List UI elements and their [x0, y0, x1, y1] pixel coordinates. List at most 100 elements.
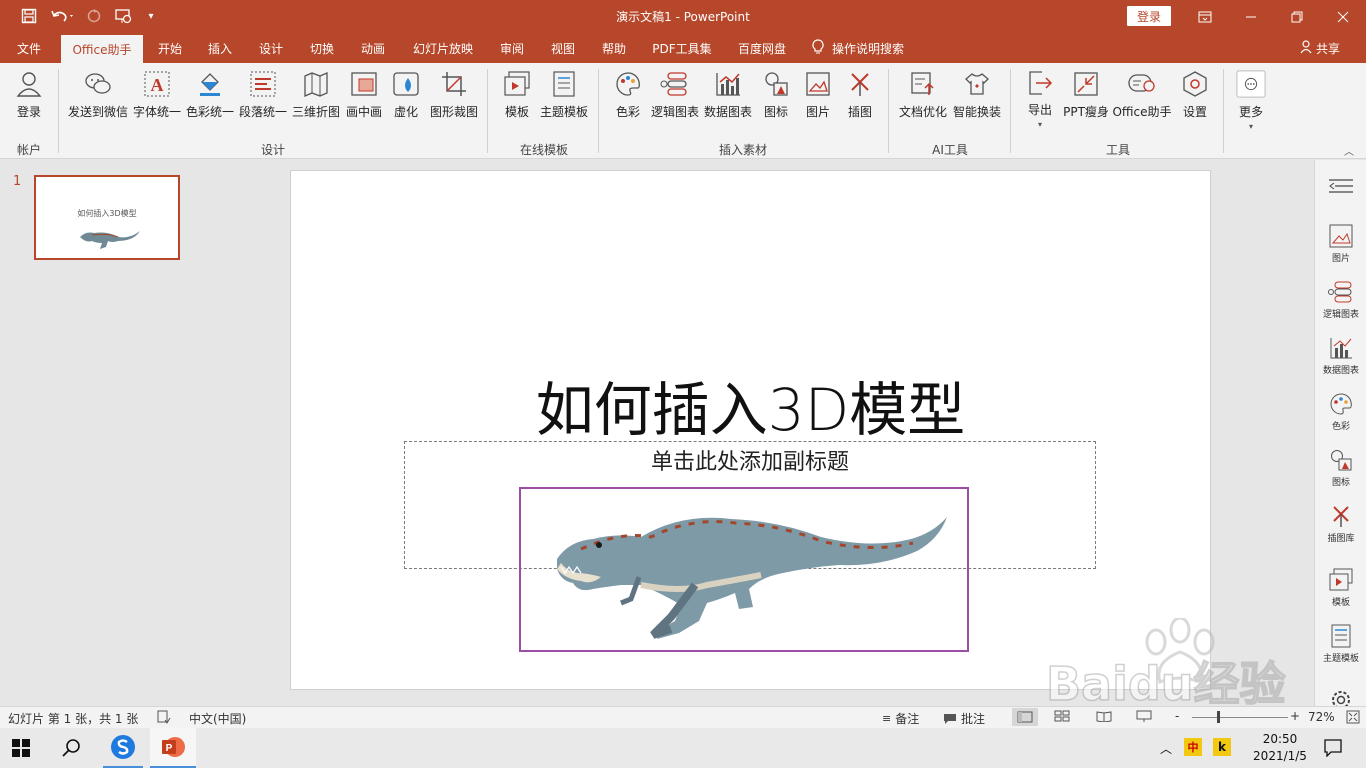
- smart-swap-button[interactable]: 智能换装: [951, 69, 1003, 129]
- tab-review[interactable]: 审阅: [490, 33, 534, 63]
- para-unify-label: 段落统一: [238, 105, 287, 119]
- taskbar-date[interactable]: 2021/1/5: [1244, 749, 1316, 763]
- more-button[interactable]: 更多 ▾: [1234, 69, 1268, 131]
- lightbulb-icon: [812, 38, 824, 58]
- tab-file[interactable]: 文件: [4, 33, 54, 63]
- export-button[interactable]: 导出 ▾: [1022, 69, 1058, 129]
- send-wechat-button[interactable]: 发送到微信: [66, 69, 130, 129]
- taskbar-time[interactable]: 20:50: [1250, 732, 1310, 746]
- font-unify-button[interactable]: A 字体统一: [132, 69, 182, 129]
- side-icon-button[interactable]: 图标: [1315, 448, 1366, 488]
- office-helper-button[interactable]: Office助手: [1112, 69, 1172, 129]
- theme-template-button[interactable]: 主题模板: [538, 69, 590, 129]
- side-template-button[interactable]: 模板: [1315, 568, 1366, 608]
- accessibility-icon[interactable]: [157, 710, 171, 727]
- 3d-model-selection[interactable]: [519, 487, 969, 652]
- illustration-label: 插图: [847, 105, 872, 119]
- slideshow-view-icon[interactable]: [1136, 710, 1152, 725]
- icon-button[interactable]: 图标: [758, 69, 794, 129]
- collapse-panel-icon[interactable]: [1329, 178, 1353, 197]
- tab-baidu-netdisk[interactable]: 百度网盘: [728, 33, 796, 63]
- tab-office-helper[interactable]: Office助手: [61, 35, 143, 63]
- shirt-icon: [962, 69, 992, 99]
- blur-button[interactable]: 虚化: [388, 69, 424, 129]
- tab-animations[interactable]: 动画: [351, 33, 395, 63]
- notes-button[interactable]: ≡ 备注: [882, 710, 919, 727]
- zoom-slider[interactable]: [1192, 711, 1288, 723]
- tab-insert[interactable]: 插入: [198, 33, 242, 63]
- picture-in-picture-icon: [349, 69, 379, 99]
- dinosaur-3d-model[interactable]: [521, 489, 967, 650]
- slide-thumbnail[interactable]: 如何插入3D模型: [34, 175, 180, 260]
- picture-button[interactable]: 图片: [800, 69, 836, 129]
- reading-view-icon[interactable]: [1096, 710, 1112, 725]
- tab-help[interactable]: 帮助: [592, 33, 636, 63]
- slide-sorter-icon[interactable]: [1054, 710, 1070, 725]
- ime-indicator[interactable]: 中: [1184, 738, 1202, 756]
- tab-transitions[interactable]: 切换: [300, 33, 344, 63]
- fit-to-window-icon[interactable]: [1346, 710, 1360, 727]
- minimize-icon[interactable]: [1228, 0, 1274, 33]
- subtitle-text[interactable]: 单击此处添加副标题: [405, 444, 1095, 476]
- language-status[interactable]: 中文(中国): [189, 710, 246, 727]
- normal-view-icon[interactable]: [1012, 708, 1038, 726]
- logic-chart-label: 逻辑图表: [650, 105, 699, 119]
- right-side-panel: 图片 逻辑图表 数据图表 色彩 图标 插图库 模板 主题模板: [1314, 160, 1366, 709]
- side-illustration-library-button[interactable]: 插图库: [1315, 504, 1366, 544]
- image-icon: [803, 69, 833, 99]
- tray-chevron-icon[interactable]: ︿: [1160, 740, 1172, 757]
- zoom-level[interactable]: 72%: [1308, 710, 1335, 724]
- side-logic-chart-button[interactable]: 逻辑图表: [1315, 280, 1366, 320]
- ribbon: 登录 帐户 发送到微信 A 字体统一 色彩统一 段落统一 三维折图 画中画 虚化…: [0, 63, 1366, 159]
- k-tray-icon[interactable]: k: [1213, 738, 1231, 756]
- template-button[interactable]: 模板: [498, 69, 536, 129]
- sogou-browser-taskbar[interactable]: [103, 728, 143, 768]
- slide-title[interactable]: 如何插入3D模型: [291, 363, 1210, 447]
- restore-icon[interactable]: [1274, 0, 1320, 33]
- color-button[interactable]: 色彩: [608, 69, 648, 129]
- tab-design[interactable]: 设计: [249, 33, 293, 63]
- tab-pdf-tools[interactable]: PDF工具集: [645, 33, 719, 63]
- doc-optimize-button[interactable]: 文档优化: [897, 69, 949, 129]
- notification-icon[interactable]: [1324, 739, 1342, 760]
- tab-slideshow[interactable]: 幻灯片放映: [405, 33, 481, 63]
- crop-shape-button[interactable]: 图形裁图: [428, 69, 480, 129]
- more-dropdown-icon[interactable]: ▾: [1249, 122, 1253, 131]
- share-label: 共享: [1315, 41, 1340, 56]
- side-color-label: 色彩: [1331, 422, 1350, 432]
- comments-button[interactable]: 批注: [943, 710, 985, 727]
- illustration-button[interactable]: 插图: [842, 69, 878, 129]
- para-unify-button[interactable]: 段落统一: [238, 69, 288, 129]
- zoom-in-button[interactable]: +: [1290, 709, 1300, 723]
- side-data-chart-button[interactable]: 数据图表: [1315, 336, 1366, 376]
- login-ribbon-button[interactable]: 登录: [8, 69, 50, 129]
- side-picture-button[interactable]: 图片: [1315, 224, 1366, 264]
- comment-icon: [944, 713, 956, 724]
- fold3d-button[interactable]: 三维折图: [291, 69, 341, 129]
- tab-home[interactable]: 开始: [148, 33, 192, 63]
- color-unify-button[interactable]: 色彩统一: [184, 69, 236, 129]
- windmill-icon: [1333, 506, 1349, 527]
- crop-shape-label: 图形裁图: [429, 105, 478, 119]
- windows-start-icon[interactable]: [12, 739, 30, 760]
- logic-chart-button[interactable]: 逻辑图表: [650, 69, 700, 129]
- tell-me-search[interactable]: 操作说明搜索: [812, 33, 922, 63]
- powerpoint-taskbar[interactable]: P: [150, 728, 196, 768]
- pip-button[interactable]: 画中画: [344, 69, 384, 129]
- data-chart-button[interactable]: 数据图表: [702, 69, 754, 129]
- ppt-slim-button[interactable]: PPT瘦身: [1062, 69, 1110, 129]
- tab-view[interactable]: 视图: [541, 33, 585, 63]
- side-theme-template-button[interactable]: 主题模板: [1315, 624, 1366, 664]
- side-color-button[interactable]: 色彩: [1315, 392, 1366, 432]
- zoom-out-button[interactable]: -: [1175, 709, 1179, 723]
- collapse-ribbon-icon[interactable]: ︿: [1344, 143, 1354, 158]
- share-button[interactable]: 共享: [1294, 33, 1346, 63]
- close-icon[interactable]: [1320, 0, 1366, 33]
- search-icon[interactable]: [62, 738, 82, 761]
- slide-canvas[interactable]: 如何插入3D模型 单击此处添加副标题: [290, 170, 1211, 690]
- export-dropdown-icon[interactable]: ▾: [1038, 120, 1042, 129]
- ribbon-display-icon[interactable]: [1182, 0, 1228, 33]
- zoom-slider-thumb[interactable]: [1217, 711, 1220, 723]
- login-button[interactable]: 登录: [1127, 6, 1171, 26]
- settings-button[interactable]: 设置: [1176, 69, 1214, 129]
